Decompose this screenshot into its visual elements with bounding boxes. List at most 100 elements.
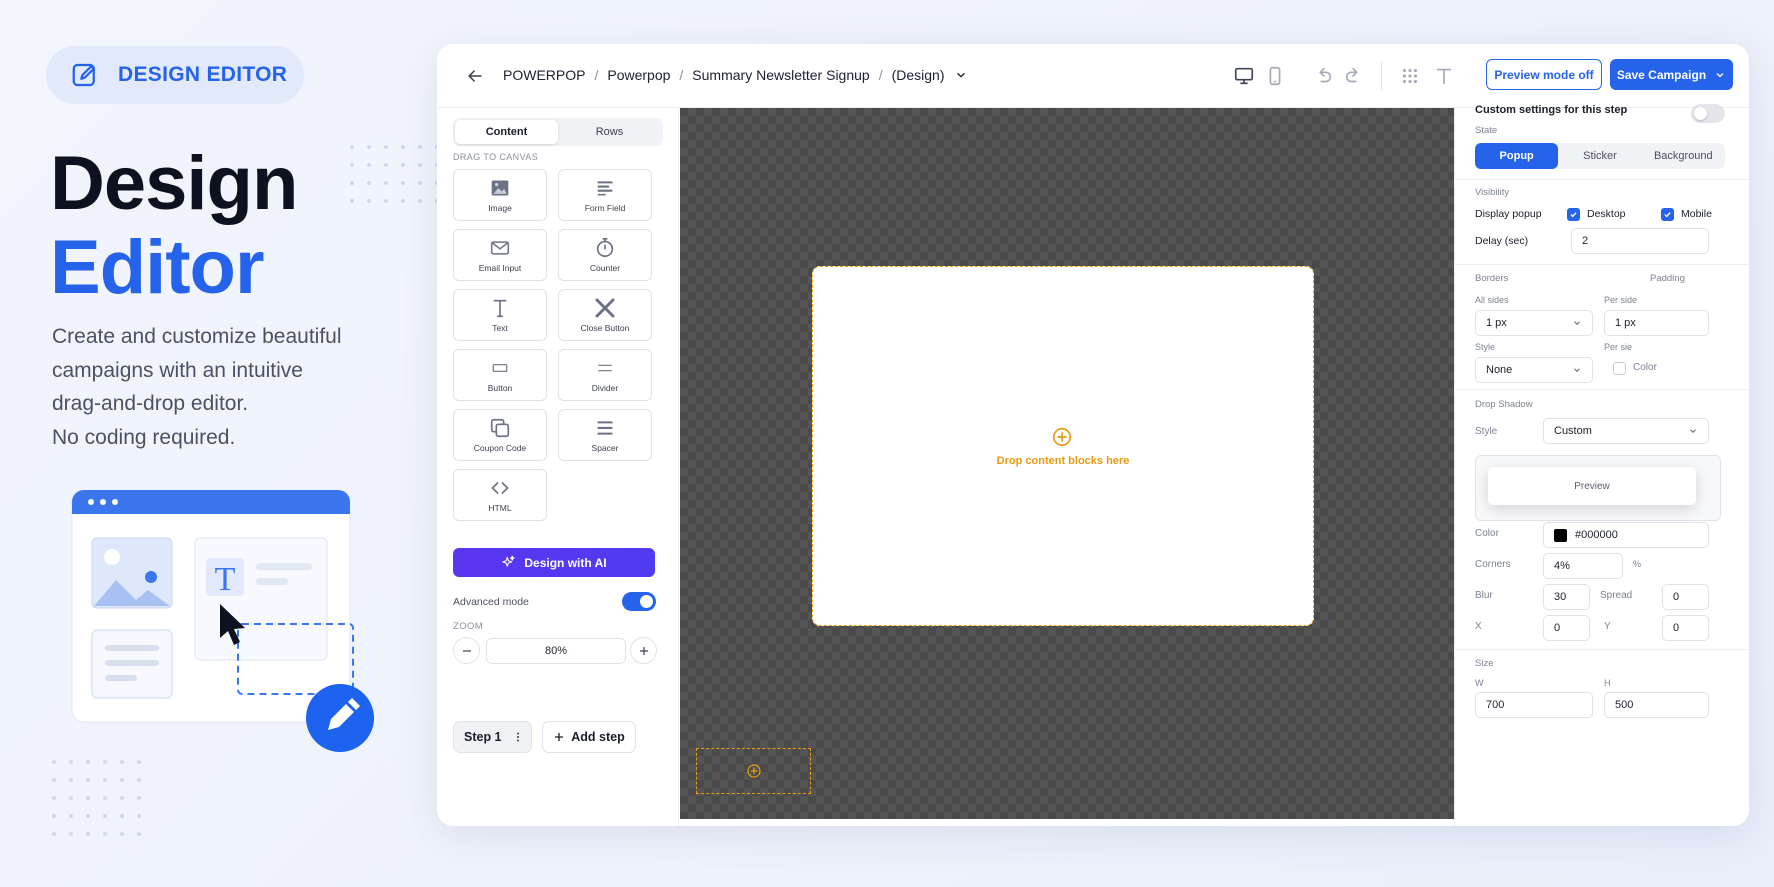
tab-background[interactable]: Background (1642, 143, 1725, 169)
badge-label: DESIGN EDITOR (118, 63, 288, 86)
blur-input[interactable]: 30 (1543, 584, 1590, 610)
back-arrow-icon[interactable] (465, 66, 485, 86)
redo-icon[interactable] (1343, 65, 1365, 87)
zoom-label: ZOOM (453, 621, 484, 632)
block-email-input[interactable]: Email Input (453, 229, 547, 281)
custom-settings-label: Custom settings for this step (1475, 104, 1628, 116)
block-form-field[interactable]: Form Field (558, 169, 652, 221)
block-text[interactable]: Text (453, 289, 547, 341)
height-label: H (1604, 678, 1611, 688)
border-width-select[interactable]: 1 px (1475, 310, 1593, 336)
shadow-preview-card: Preview (1488, 467, 1696, 505)
preview-mode-button[interactable]: Preview mode off (1486, 59, 1602, 90)
close-icon (593, 297, 617, 319)
button-icon (488, 357, 512, 379)
step-tab[interactable]: Step 1 (453, 721, 532, 753)
plus-circle-icon (746, 763, 762, 779)
block-html[interactable]: HTML (453, 469, 547, 521)
content-panel: Content Rows DRAG TO CANVAS Image Form F… (437, 108, 679, 826)
plus-icon (639, 646, 648, 655)
sparkle-icon (502, 555, 516, 567)
breadcrumb-item[interactable]: Summary Newsletter Signup (692, 67, 869, 83)
block-spacer[interactable]: Spacer (558, 409, 652, 461)
block-button[interactable]: Button (453, 349, 547, 401)
block-divider[interactable]: Divider (558, 349, 652, 401)
desktop-checkbox[interactable] (1567, 208, 1580, 221)
border-color-checkbox[interactable] (1613, 362, 1626, 375)
advanced-mode-toggle[interactable] (622, 592, 656, 611)
corners-unit: % (1633, 559, 1642, 569)
tab-rows[interactable]: Rows (558, 120, 661, 144)
shadow-color-value: #000000 (1575, 529, 1618, 541)
block-label: Text (492, 323, 508, 333)
delay-input[interactable]: 2 (1571, 228, 1709, 254)
width-input[interactable]: 700 (1475, 692, 1593, 718)
block-label: Coupon Code (473, 443, 527, 453)
add-step-button[interactable]: Add step (542, 721, 636, 753)
tab-sticker[interactable]: Sticker (1558, 143, 1641, 169)
plus-icon (555, 733, 564, 741)
breadcrumb-separator: / (594, 67, 599, 83)
coupon-icon (488, 417, 512, 439)
popup-dropzone[interactable]: Drop content blocks here (812, 266, 1314, 626)
typography-icon[interactable] (1433, 65, 1455, 87)
decor-dots (350, 145, 439, 203)
all-sides-label: All sides (1475, 295, 1509, 305)
chevron-down-icon[interactable] (954, 68, 968, 82)
chevron-down-icon (1574, 321, 1580, 325)
tab-popup[interactable]: Popup (1475, 143, 1559, 169)
breadcrumb-current[interactable]: (Design) (892, 67, 945, 83)
shadow-style-select[interactable]: Custom (1543, 418, 1709, 444)
zoom-out-button[interactable] (453, 637, 480, 664)
tab-content[interactable]: Content (455, 120, 558, 144)
breadcrumb-item[interactable]: Powerpop (607, 67, 670, 83)
sticker-dropzone[interactable] (696, 748, 811, 794)
mobile-checkbox[interactable] (1661, 208, 1674, 221)
form-field-icon (593, 177, 617, 199)
undo-icon[interactable] (1312, 65, 1334, 87)
design-with-ai-button[interactable]: Design with AI (453, 548, 655, 577)
save-campaign-button[interactable]: Save Campaign (1610, 59, 1733, 90)
shadow-color-input[interactable]: #000000 (1543, 522, 1709, 548)
spread-input[interactable]: 0 (1662, 584, 1709, 610)
hero-description: Create and customize beautiful campaigns… (52, 320, 392, 454)
zoom-value[interactable]: 80% (486, 638, 626, 664)
spread-value: 0 (1673, 591, 1680, 603)
block-image[interactable]: Image (453, 169, 547, 221)
toolbar-divider (1381, 62, 1382, 90)
block-close-button[interactable]: Close Button (558, 289, 652, 341)
design-canvas[interactable]: Drop content blocks here (680, 108, 1454, 819)
color-swatch[interactable] (1554, 528, 1567, 542)
state-label: State (1475, 125, 1498, 136)
padding-input[interactable]: 1 px (1604, 310, 1709, 336)
corners-input[interactable]: 4% (1543, 553, 1623, 579)
divider-icon (593, 357, 617, 379)
x-label: X (1475, 621, 1482, 632)
desktop-icon[interactable] (1233, 65, 1255, 87)
add-step-label: Add step (571, 730, 625, 744)
chevron-down-icon (1574, 368, 1580, 372)
image-icon (488, 177, 512, 199)
timer-icon (593, 237, 617, 259)
zoom-in-button[interactable] (630, 637, 657, 664)
border-style-select[interactable]: None (1475, 357, 1593, 383)
mobile-icon[interactable] (1264, 65, 1286, 87)
borders-label: Borders (1475, 273, 1509, 284)
hero-title-line1: Design (50, 141, 298, 226)
block-counter[interactable]: Counter (558, 229, 652, 281)
editor-illustration: T (71, 490, 374, 752)
custom-settings-toggle[interactable] (1691, 104, 1725, 123)
delay-label: Delay (sec) (1475, 235, 1529, 247)
breadcrumb-item[interactable]: POWERPOP (503, 67, 585, 83)
block-label: Form Field (584, 203, 626, 213)
more-vertical-icon[interactable] (512, 730, 524, 744)
block-coupon-code[interactable]: Coupon Code (453, 409, 547, 461)
height-input[interactable]: 500 (1604, 692, 1709, 718)
y-input[interactable]: 0 (1662, 615, 1709, 641)
edit-square-icon (70, 60, 100, 90)
advanced-mode-label: Advanced mode (453, 596, 529, 608)
spread-label: Spread (1600, 590, 1633, 601)
per-side-label: Per sie (1604, 342, 1633, 352)
grid-icon[interactable] (1399, 65, 1421, 87)
x-input[interactable]: 0 (1543, 615, 1590, 641)
